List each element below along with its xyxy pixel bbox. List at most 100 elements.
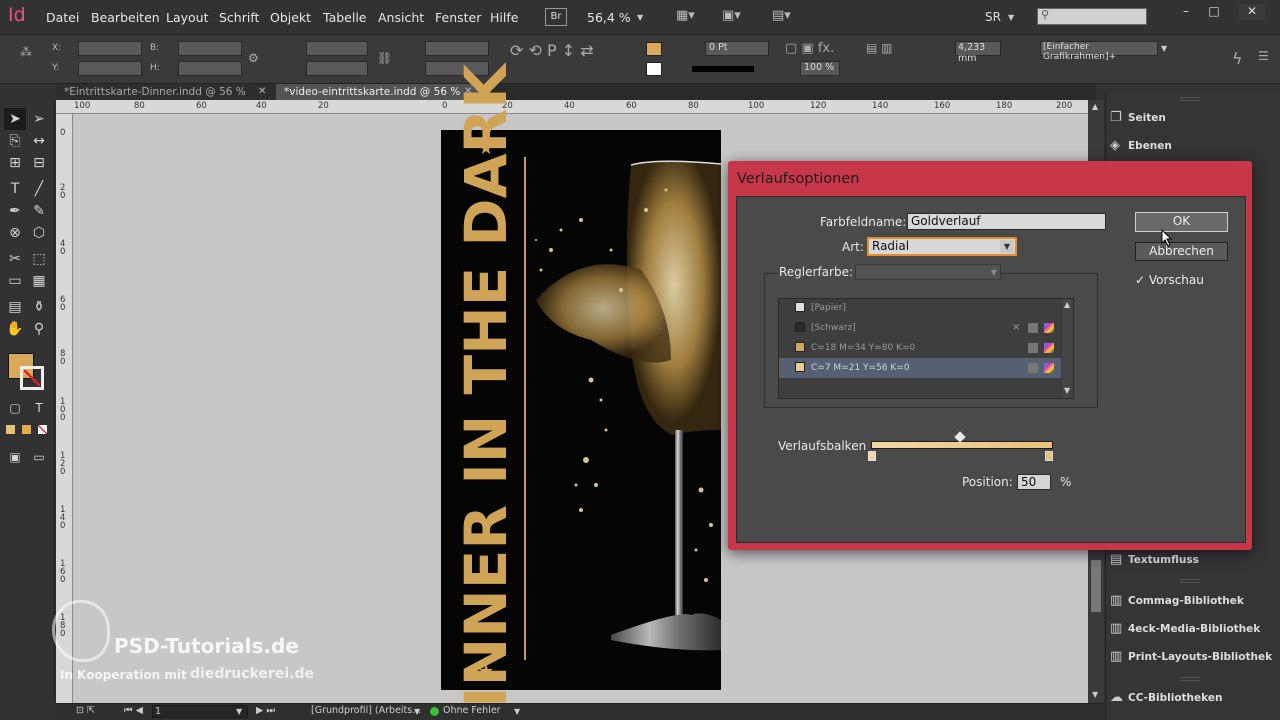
frame-tool-icon[interactable]: ⊗ [4, 222, 26, 244]
frame-offset-field[interactable]: 4,233 mm [955, 41, 1001, 64]
menu-datei[interactable]: Datei [46, 10, 79, 25]
scale-x-field[interactable] [306, 41, 368, 56]
panel-grip-icon[interactable] [1180, 677, 1200, 681]
y-field[interactable] [78, 61, 142, 76]
panel-grip-icon[interactable] [1180, 97, 1200, 101]
gap-tool-icon[interactable]: ↔ [28, 130, 50, 152]
pen-tool-icon[interactable]: ✒ [4, 200, 26, 222]
menu-schrift[interactable]: Schrift [219, 10, 259, 25]
text-wrap-icon[interactable]: ▤ ▥ [866, 41, 893, 55]
panel-print-layouts-library[interactable]: ▥ Print-Layouts-Bibliothek [1110, 649, 1272, 675]
hand-tool-icon[interactable]: ✋ [4, 318, 26, 340]
gradient-ramp[interactable] [871, 441, 1053, 449]
page-nav-icon[interactable]: ⏮ ◀ [124, 705, 143, 716]
scroll-down-icon[interactable]: ▼ [1092, 690, 1098, 699]
close-icon[interactable]: ✕ [258, 84, 266, 100]
stroke-swatch[interactable] [646, 62, 662, 76]
scroll-down-icon[interactable]: ▼ [1064, 386, 1070, 395]
object-style-dropdown-icon[interactable]: ▼ [1161, 44, 1167, 53]
workspace-dropdown-icon[interactable]: ▼ [1008, 13, 1014, 22]
position-input[interactable]: 50 [1017, 474, 1051, 490]
formatting-container-icon[interactable]: ▢ [4, 397, 26, 419]
zoom-tool-icon[interactable]: ⚲ [28, 318, 50, 340]
menu-ansicht[interactable]: Ansicht [378, 10, 424, 25]
width-field[interactable] [178, 41, 242, 56]
effects-icon[interactable]: ▢ ▣ fx. [785, 41, 834, 56]
gradient-feather-tool-icon[interactable]: ▦ [28, 270, 50, 292]
formatting-text-icon[interactable]: T [28, 397, 50, 419]
eyedropper-tool-icon[interactable]: ⚱ [28, 296, 50, 318]
stroke-type-preview[interactable] [692, 66, 754, 72]
ok-button[interactable]: OK [1135, 212, 1228, 232]
tab-video-eintrittskarte[interactable]: *video-eintrittskarte.indd @ 56 % ✕ [276, 84, 481, 100]
page-number-field[interactable]: 1 [152, 705, 248, 718]
menu-objekt[interactable]: Objekt [270, 10, 311, 25]
normal-view-icon[interactable]: ▣ [4, 446, 26, 468]
apply-gradient-icon[interactable] [22, 425, 31, 434]
reference-point-icon[interactable]: ⁂ [20, 45, 32, 59]
menu-tabelle[interactable]: Tabelle [323, 10, 367, 25]
preview-mode-icon[interactable]: ▭ [28, 446, 50, 468]
search-input[interactable] [1037, 8, 1147, 25]
panel-pages[interactable]: ❐ Seiten [1110, 110, 1166, 136]
gradient-stop-end[interactable] [1045, 451, 1053, 461]
bridge-button[interactable]: Br [545, 8, 567, 26]
maximize-button[interactable]: □ [1200, 4, 1228, 20]
close-window-button[interactable]: ✕ [1238, 4, 1266, 20]
swatch-row-paper[interactable]: [Papier] [779, 298, 1061, 318]
cancel-button[interactable]: Abbrechen [1135, 242, 1228, 261]
height-field[interactable] [178, 61, 242, 76]
menu-layout[interactable]: Layout [166, 10, 209, 25]
zoom-dropdown-icon[interactable]: ▼ [637, 13, 643, 22]
rotation-field[interactable] [425, 41, 489, 56]
content-placer-icon[interactable]: ⊟ [28, 152, 50, 174]
swatch-name-input[interactable]: Goldverlauf [907, 213, 1106, 230]
x-field[interactable] [78, 41, 142, 56]
preflight-dropdown-icon[interactable]: ▼ [514, 707, 520, 716]
view-options-icon[interactable]: ▦▾ [676, 8, 695, 23]
page-dropdown-icon[interactable]: ▼ [236, 707, 242, 716]
preflight-status[interactable]: Ohne Fehler [443, 705, 501, 716]
menu-bearbeiten[interactable]: Bearbeiten [91, 10, 160, 25]
object-style-select[interactable]: [Einfacher Grafikrahmen]+ [1040, 41, 1158, 62]
minimize-button[interactable]: – [1172, 4, 1200, 20]
panel-text-wrap[interactable]: ▤ Textumfluss [1110, 552, 1199, 578]
scissors-tool-icon[interactable]: ✂ [4, 248, 26, 270]
rotate-icon[interactable]: ⟳ ⟲ P ↕ ⇄ [510, 41, 594, 60]
panel-menu-icon[interactable]: ☰ [1258, 49, 1269, 63]
arrange-documents-icon[interactable]: ▤▾ [772, 8, 791, 23]
scroll-thumb[interactable] [1091, 560, 1101, 612]
pencil-tool-icon[interactable]: ✎ [28, 200, 50, 222]
direct-selection-tool-icon[interactable]: ➢ [28, 108, 50, 130]
apply-color-icon[interactable] [6, 425, 15, 434]
fill-swatch[interactable] [646, 42, 662, 56]
tab-eintrittskarte-dinner[interactable]: *Eintrittskarte-Dinner.indd @ 56 % ✕ [56, 84, 276, 100]
stroke-weight-field[interactable]: 0 Pt [705, 41, 769, 56]
preview-checkbox[interactable]: ✓ Vorschau [1135, 273, 1204, 287]
apply-none-icon[interactable] [38, 425, 47, 434]
line-tool-icon[interactable]: ╱ [28, 178, 50, 200]
constrain-proportions-icon[interactable]: ⚙ [248, 51, 259, 65]
panel-cc-libraries[interactable]: ☁ CC-Bibliotheken [1110, 690, 1222, 716]
profile-dropdown-icon[interactable]: ▼ [414, 707, 420, 716]
opacity-field[interactable]: 100 % [800, 61, 840, 76]
page-tool-icon[interactable]: ⎘ [4, 130, 26, 152]
gradient-type-select[interactable]: Radial ▼ [867, 237, 1017, 256]
view-mode-icon[interactable]: ⊡ ⇱ [76, 705, 95, 716]
panel-commag-library[interactable]: ▥ Commag-Bibliothek [1110, 593, 1244, 619]
link-icon[interactable]: ⛓ [377, 51, 392, 65]
swatch-list-scrollbar[interactable]: ▲ ▼ [1062, 299, 1073, 398]
swatch-row-gold-light[interactable]: C=7 M=21 Y=56 K=0 [779, 358, 1061, 378]
screen-mode-icon[interactable]: ▣▾ [722, 8, 741, 23]
scroll-up-icon[interactable]: ▲ [1092, 102, 1098, 111]
free-transform-tool-icon[interactable]: ⬚ [28, 248, 50, 270]
swatch-row-gold-dark[interactable]: C=18 M=34 Y=80 K=0 [779, 338, 1061, 358]
panel-grip-icon[interactable] [1180, 579, 1200, 583]
preflight-profile[interactable]: [Grundprofil] (Arbeits... [311, 705, 421, 716]
gradient-swatch-tool-icon[interactable]: ▭ [4, 270, 26, 292]
scale-y-field[interactable] [306, 61, 368, 76]
selection-tool-icon[interactable]: ➤ [4, 108, 26, 130]
content-collector-icon[interactable]: ⊞ [4, 152, 26, 174]
menu-fenster[interactable]: Fenster [435, 10, 481, 25]
zoom-level[interactable]: 56,4 % [587, 10, 631, 25]
